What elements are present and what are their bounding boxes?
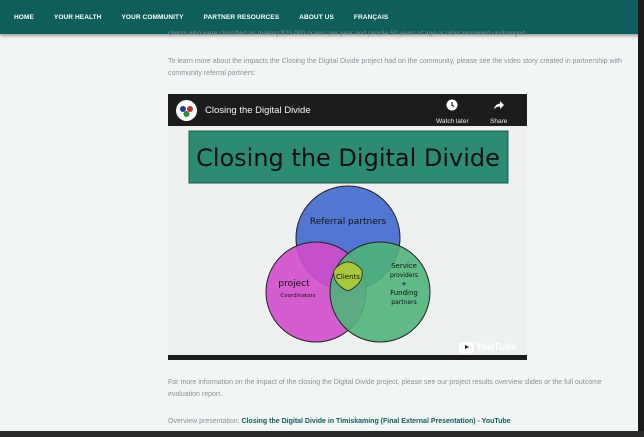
share-label: Share [490, 118, 508, 125]
video-header: Closing the Digital Divide Watch later S… [168, 94, 527, 126]
youtube-label: YouTube [475, 342, 517, 353]
label-providers: providers [390, 272, 418, 279]
main-nav: HOME YOUR HEALTH YOUR COMMUNITY PARTNER … [0, 0, 644, 34]
nav-home[interactable]: HOME [14, 14, 34, 21]
clock-icon [436, 99, 469, 115]
share-button[interactable]: Share [490, 99, 507, 125]
overview-label: Overview presentation: [168, 418, 240, 425]
window-edge-right [638, 0, 644, 437]
video-title[interactable]: Closing the Digital Divide [205, 105, 311, 116]
label-funding: Funding [390, 289, 418, 297]
intro-paragraph: To learn more about the impacts the Clos… [168, 58, 622, 77]
more-info-paragraph: For more information on the impact of th… [168, 379, 602, 398]
nav-partner-resources[interactable]: PARTNER RESOURCES [204, 14, 280, 21]
partial-paragraph: clients who were classified as making $2… [168, 30, 528, 37]
overview-link[interactable]: Closing the Digital Divide in Timiskamin… [242, 418, 511, 425]
label-partners: partners [391, 299, 416, 306]
share-arrow-icon [490, 99, 507, 115]
watch-later-label: Watch later [436, 118, 469, 125]
video-thumbnail[interactable]: Closing the Digital Divide Referral part… [168, 126, 527, 355]
nav-your-community[interactable]: YOUR COMMUNITY [121, 14, 183, 21]
nav-francais[interactable]: FRANÇAIS [354, 14, 388, 21]
label-clients: Clients [336, 273, 360, 281]
watch-later-button[interactable]: Watch later [436, 99, 469, 125]
thumbnail-drawing: Closing the Digital Divide Referral part… [188, 130, 509, 343]
youtube-play-icon [458, 342, 474, 353]
label-service: Service [391, 262, 417, 270]
overview-line: Overview presentation: Closing the Digit… [168, 418, 511, 425]
label-referral: Referral partners [310, 217, 387, 227]
youtube-logo[interactable]: YouTube [458, 342, 517, 353]
window-edge-bottom [0, 431, 644, 437]
page: HOME YOUR HEALTH YOUR COMMUNITY PARTNER … [0, 0, 644, 437]
board-title-text: Closing the Digital Divide [196, 144, 500, 172]
label-plus: + [401, 280, 407, 288]
label-project: project [278, 279, 310, 289]
nav-about-us[interactable]: ABOUT US [299, 14, 334, 21]
channel-avatar[interactable] [176, 99, 197, 121]
nav-your-health[interactable]: YOUR HEALTH [54, 14, 102, 21]
label-coordinators: Coordinators [280, 293, 315, 299]
video-embed[interactable]: Closing the Digital Divide Watch later S… [168, 94, 527, 360]
